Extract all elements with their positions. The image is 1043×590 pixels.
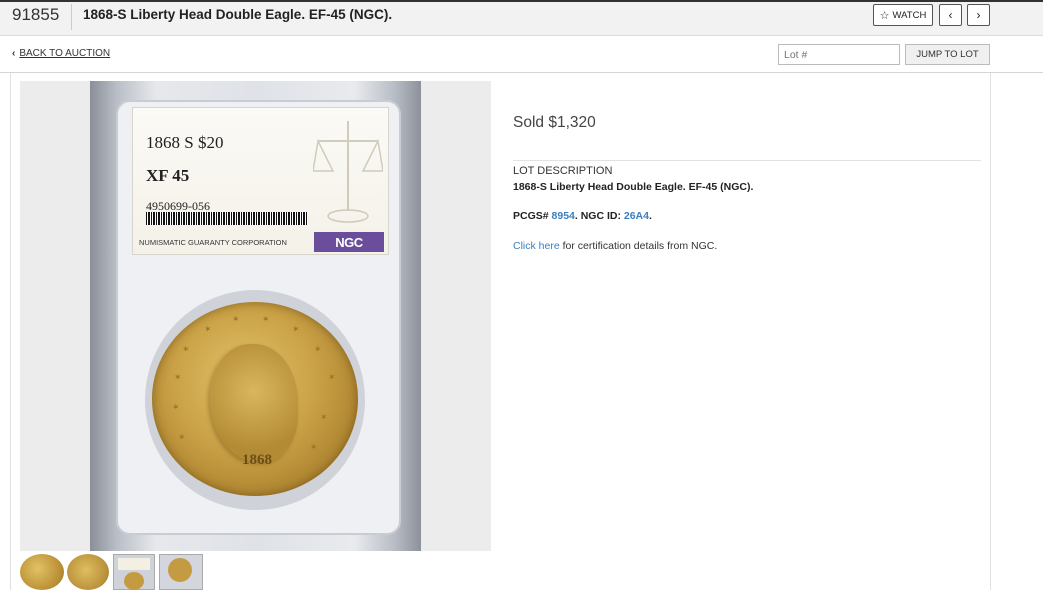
next-lot-button[interactable]: › — [967, 4, 990, 26]
back-label: BACK TO AUCTION — [19, 48, 111, 59]
ngc-suffix: . — [648, 210, 652, 222]
navigation-bar: ‹BACK TO AUCTION JUMP TO LOT — [0, 37, 1043, 73]
certification-text: for certification details from NGC. — [559, 240, 718, 252]
lot-header-bar: 91855 1868-S Liberty Head Double Eagle. … — [0, 0, 1043, 36]
sold-price: Sold $1,320 — [513, 114, 596, 131]
slab-label: 1868 S $20 XF 45 4950699-056 NUMISMATIC … — [132, 107, 389, 255]
lot-title: 1868-S Liberty Head Double Eagle. EF-45 … — [83, 7, 393, 22]
certification-line: Click here for certification details fro… — [513, 240, 717, 252]
thumbnail-slab-front[interactable] — [113, 554, 155, 590]
thumb-coin — [168, 558, 192, 582]
lot-description-heading: LOT DESCRIPTION — [513, 165, 613, 177]
watch-button[interactable]: ☆ WATCH — [873, 4, 933, 26]
label-denomination: 1868 S $20 — [146, 133, 224, 152]
star-icon: ✶ — [182, 344, 190, 354]
thumbnail-slab-back[interactable] — [159, 554, 203, 590]
star-icon: ✶ — [262, 314, 270, 324]
star-icon: ✶ — [292, 324, 300, 334]
chevron-right-icon: › — [976, 8, 981, 22]
details-divider — [513, 160, 981, 161]
ngc-logo: NGC — [314, 232, 384, 252]
barcode-icon — [146, 212, 308, 225]
star-icon: ✶ — [232, 314, 240, 324]
star-icon: ✶ — [172, 402, 180, 412]
back-to-auction-link[interactable]: ‹ BACK TO AUCTION — [12, 48, 110, 59]
coin-image: ✶ ✶ ✶ ✶ ✶ ✶ ✶ ✶ ✶ ✶ ✶ ✶ 1868 — [152, 302, 358, 496]
star-icon: ✶ — [310, 442, 318, 452]
previous-lot-button[interactable]: ‹ — [939, 4, 962, 26]
click-here-link[interactable]: Click here — [513, 240, 560, 252]
star-icon: ☆ — [879, 9, 890, 22]
pcgs-number-link[interactable]: 8954 — [552, 210, 575, 222]
ngc-id-link[interactable]: 26A4 — [624, 210, 649, 222]
star-icon: ✶ — [320, 412, 328, 422]
star-icon: ✶ — [178, 432, 186, 442]
thumb-label — [118, 558, 150, 570]
thumbnail-coin-reverse[interactable] — [67, 554, 109, 590]
jump-to-lot-button[interactable]: JUMP TO LOT — [905, 44, 990, 65]
star-icon: ✶ — [204, 324, 212, 334]
thumbnail-coin-obverse[interactable] — [20, 554, 64, 590]
pcgs-ngc-ids: PCGS# 8954. NGC ID: 26A4. — [513, 210, 652, 222]
thumb-coin — [124, 572, 144, 590]
watch-label: WATCH — [892, 9, 927, 21]
chevron-left-icon: ‹ — [12, 48, 16, 59]
coin-date: 1868 — [242, 452, 272, 468]
header-divider — [71, 4, 72, 30]
star-icon: ✶ — [174, 372, 182, 382]
liberty-head-icon — [210, 344, 298, 462]
pcgs-prefix: PCGS# — [513, 210, 552, 222]
lot-number-input[interactable] — [778, 44, 900, 65]
lot-description-text: 1868-S Liberty Head Double Eagle. EF-45 … — [513, 181, 754, 193]
ngc-prefix: . NGC ID: — [574, 210, 624, 222]
lot-number: 91855 — [12, 5, 60, 24]
label-corporation: NUMISMATIC GUARANTY CORPORATION — [139, 238, 287, 247]
label-grade: XF 45 — [146, 166, 190, 185]
chevron-left-icon: ‹ — [948, 8, 953, 22]
scales-watermark-icon — [313, 121, 383, 223]
star-icon: ✶ — [314, 344, 322, 354]
star-icon: ✶ — [328, 372, 336, 382]
